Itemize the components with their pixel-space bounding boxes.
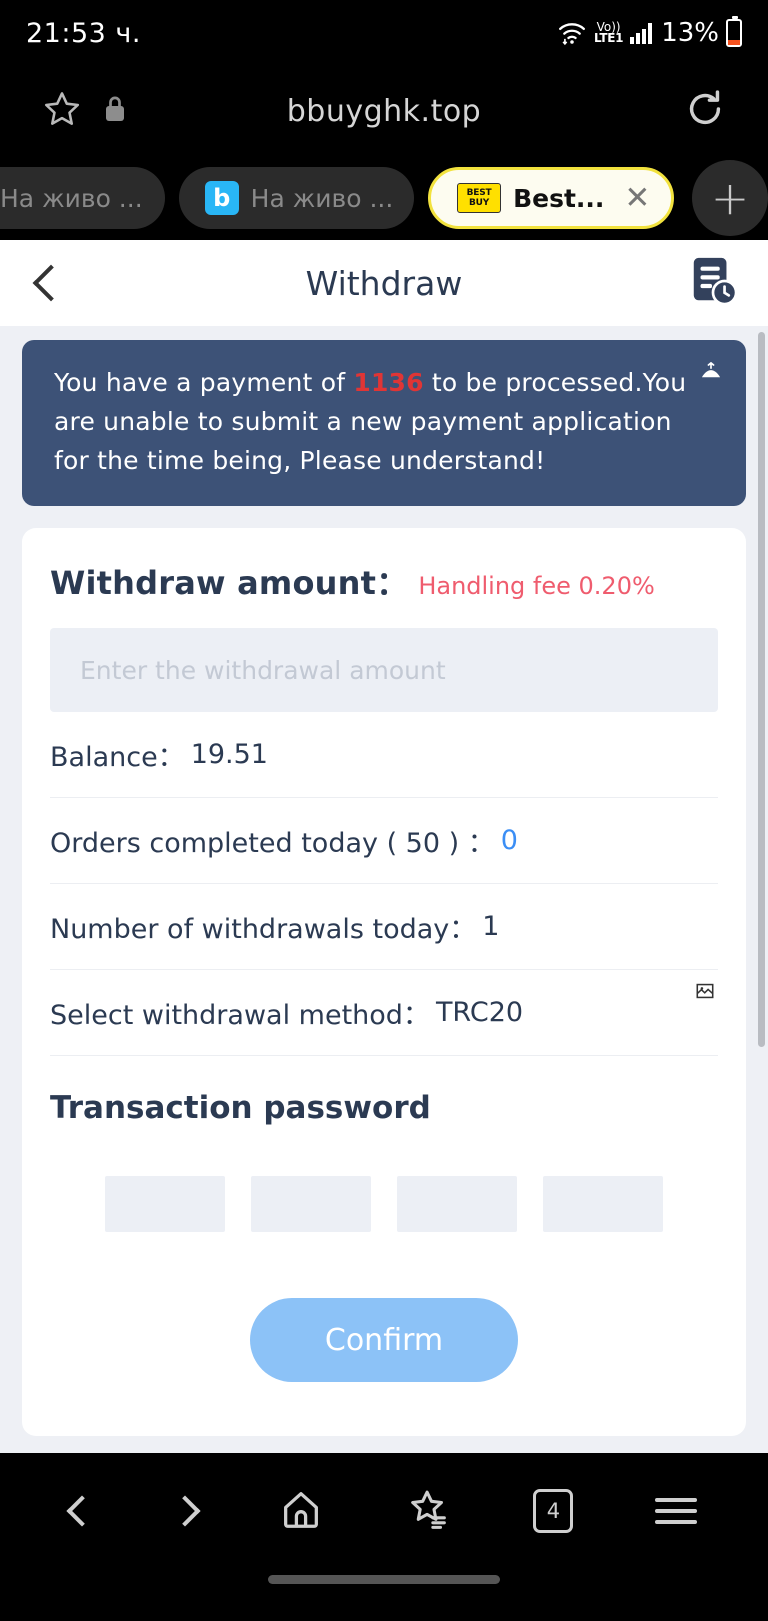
megaphone-icon: [698, 360, 724, 386]
password-digit-2[interactable]: [251, 1176, 371, 1233]
transaction-password-title: Transaction password: [50, 1090, 431, 1127]
browser-url-bar[interactable]: bbuyghk.top: [0, 66, 768, 156]
orders-completed-value: 0: [500, 825, 518, 857]
status-indicators: Vo)) LTE1 13%: [557, 16, 742, 48]
balance-value: 19.51: [190, 739, 268, 771]
bestbuy-logo-icon: BEST BUY: [457, 183, 502, 213]
battery-icon: [726, 16, 742, 47]
status-clock: 21:53 ч.: [26, 17, 141, 49]
page-content: You have a payment of 1136 to be process…: [0, 326, 768, 1453]
phone-screen: 21:53 ч. Vo)) LTE1 13% bbuyghk.top На жи…: [0, 0, 768, 1621]
new-tab-button[interactable]: +: [692, 160, 768, 236]
browser-tab-2[interactable]: b На живо ...: [178, 167, 415, 229]
blogger-favicon-icon: b: [204, 181, 239, 215]
browser-bottom-nav: 4: [0, 1453, 768, 1621]
notice-amount: 1136: [353, 368, 424, 397]
withdraw-amount-input[interactable]: [50, 628, 718, 713]
handling-fee-note: Handling fee 0.20%: [418, 572, 655, 601]
back-icon[interactable]: [66, 1495, 98, 1527]
withdrawals-today-label: Number of withdrawals today：: [50, 914, 477, 946]
orders-completed-row: Orders completed today ( 50 ) ： 0: [50, 798, 718, 885]
browser-tab-1[interactable]: На живо ...: [0, 167, 165, 229]
withdraw-amount-header: Withdraw amount： Handling fee 0.20%: [50, 558, 718, 628]
volte-bottom-label: LTE1: [594, 31, 624, 45]
password-digit-4[interactable]: [543, 1176, 663, 1233]
menu-icon[interactable]: [655, 1498, 698, 1524]
balance-row: Balance： 19.51: [50, 712, 718, 799]
tab-label: На живо ...: [0, 183, 143, 213]
gesture-bar: [268, 1575, 500, 1584]
withdraw-record-icon[interactable]: [688, 255, 738, 311]
withdrawals-today-row: Number of withdrawals today： 1: [50, 884, 718, 971]
withdrawals-today-value: 1: [482, 911, 500, 943]
notice-text-before: You have a payment of: [54, 368, 354, 397]
payment-notice-banner: You have a payment of 1136 to be process…: [22, 340, 746, 507]
confirm-button[interactable]: Confirm: [250, 1298, 518, 1383]
signal-bars-icon: [630, 22, 653, 44]
lock-icon: [102, 94, 128, 128]
password-digit-1[interactable]: [105, 1176, 225, 1233]
star-outline-icon[interactable]: [40, 87, 84, 135]
page-title: Withdraw: [305, 263, 463, 303]
transaction-password-boxes: [50, 1126, 718, 1233]
page-scrollbar[interactable]: [758, 332, 765, 1047]
bookmarks-star-icon[interactable]: [406, 1486, 452, 1536]
withdrawal-method-label: Select withdrawal method：: [50, 1000, 430, 1032]
browser-tab-strip: На живо ... b На живо ... BEST BUY Best..…: [0, 156, 768, 240]
wifi-icon: [557, 20, 587, 46]
tab-count-button[interactable]: 4: [533, 1485, 579, 1533]
balance-label: Balance：: [50, 742, 185, 774]
page-header: Withdraw: [0, 240, 768, 326]
orders-completed-label: Orders completed today ( 50 ) ：: [50, 828, 495, 860]
password-digit-3[interactable]: [397, 1176, 517, 1233]
withdraw-amount-label: Withdraw amount：: [50, 564, 409, 603]
withdraw-card: Withdraw amount： Handling fee 0.20% Bala…: [22, 528, 746, 1437]
reload-icon[interactable]: [682, 86, 728, 136]
withdrawal-method-value: TRC20: [435, 997, 524, 1029]
close-icon[interactable]: ✕: [624, 182, 650, 214]
battery-percent-label: 13%: [661, 18, 719, 48]
browser-tab-3-active[interactable]: BEST BUY Best... ✕: [428, 167, 674, 229]
volte-indicator: Vo)) LTE1: [594, 21, 624, 45]
tab-label: Best...: [513, 183, 605, 213]
status-bar: 21:53 ч. Vo)) LTE1 13%: [0, 0, 768, 66]
tab-label: На живо ...: [250, 183, 394, 213]
withdrawal-method-row[interactable]: Select withdrawal method： TRC20: [50, 970, 718, 1057]
broken-image-icon: [696, 982, 714, 1005]
forward-icon[interactable]: [169, 1495, 202, 1527]
home-icon[interactable]: [278, 1486, 324, 1536]
web-page-viewport: Withdraw You have a payment of 1136 to b…: [0, 240, 768, 1453]
